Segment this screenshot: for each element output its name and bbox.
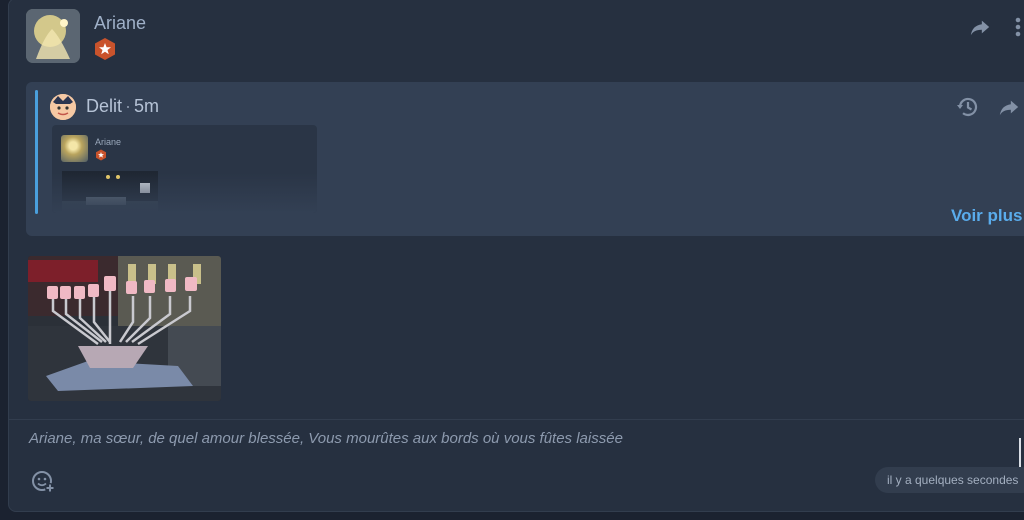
quote-preview[interactable]: Ariane [52,125,317,213]
author-avatar[interactable] [26,9,80,63]
more-options-button[interactable] [1012,14,1024,40]
quote-author-avatar[interactable] [50,94,76,120]
add-reaction-icon [32,471,55,493]
comment-text-field[interactable]: Ariane, ma sœur, de quel amour blessée, … [29,430,929,447]
comment-divider [8,419,1024,420]
ariane-avatar-image [26,9,80,63]
quote-share-button[interactable] [996,94,1022,120]
history-button[interactable] [955,94,981,120]
history-icon [957,97,978,117]
share-button[interactable] [967,14,993,40]
share-arrow-icon [999,100,1019,116]
preview-author-name: Ariane [95,137,122,147]
add-reaction-button[interactable] [30,468,56,494]
star-hexagon-badge-icon [96,149,106,161]
quote-separator: · [125,96,132,116]
preview-night-photo [62,171,158,213]
post-author-name[interactable]: Ariane [94,13,146,34]
quote-accent-bar [35,90,38,214]
more-vertical-icon [1015,17,1021,37]
star-hexagon-badge-icon [95,38,115,60]
quote-author-name[interactable]: Delit [86,96,122,116]
quoted-post[interactable]: Delit · 5m Ariane Voir plus [26,82,1024,236]
comment-timestamp: il y a quelques secondes [875,467,1024,493]
voir-plus-link[interactable]: Voir plus [951,206,1022,226]
menorah-photo [28,256,221,401]
post-image-attachment[interactable] [28,256,221,401]
delit-avatar-image [50,94,76,120]
preview-author-avatar [61,135,88,162]
quote-meta: Delit · 5m [86,96,159,117]
preview-image [62,171,158,213]
share-arrow-icon [970,20,990,36]
quote-time: 5m [134,96,160,116]
